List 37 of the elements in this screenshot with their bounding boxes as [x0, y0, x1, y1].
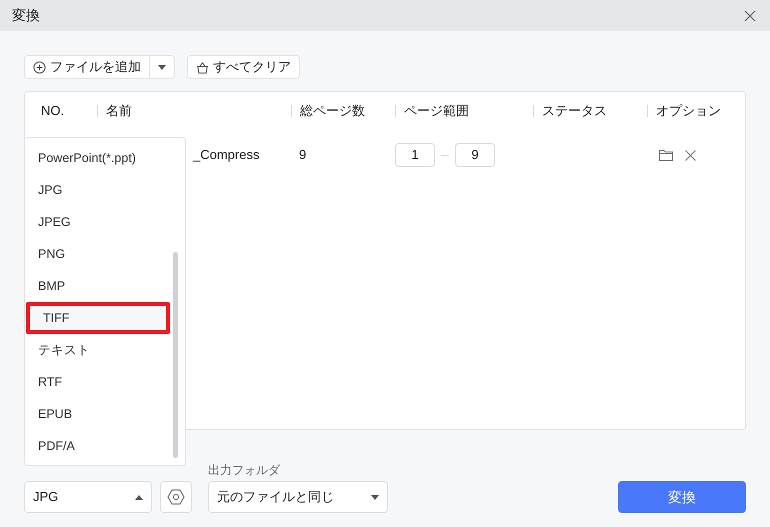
column-header: 総ページ数 — [300, 102, 365, 120]
range-to-field[interactable]: 9 — [455, 143, 495, 167]
convert-button[interactable]: 変換 — [618, 481, 746, 513]
column-header: ステータス — [542, 102, 607, 120]
menu-item[interactable]: PNG — [25, 238, 171, 270]
caret-icon — [371, 494, 379, 500]
column-header: NO. — [41, 102, 64, 120]
menu-item[interactable]: PowerPoint(*.ppt) — [25, 142, 171, 174]
menu-item[interactable]: EPUB — [25, 398, 171, 430]
menu-item[interactable]: PDF/A — [25, 430, 171, 462]
close-button[interactable] — [742, 8, 758, 24]
menu-item[interactable]: JPEG — [25, 206, 171, 238]
clear-all-button[interactable]: すべてクリア — [187, 55, 300, 79]
hexagon-icon — [167, 488, 185, 506]
settings-button[interactable] — [160, 481, 192, 513]
menu-item[interactable]: テキスト — [25, 334, 171, 366]
basket-icon — [196, 60, 209, 74]
output-folder-label: 出力フォルダ — [208, 462, 282, 479]
scrollbar-thumb[interactable] — [173, 252, 178, 458]
range-from-field[interactable]: 1 — [395, 143, 435, 167]
window-title: 変換 — [12, 6, 40, 25]
page-count: 9 — [298, 146, 308, 164]
column-header: 名前 — [106, 102, 132, 120]
menu-item[interactable]: JPG — [25, 174, 171, 206]
caret-icon — [135, 494, 143, 500]
format-select[interactable]: JPG — [24, 481, 152, 513]
menu-item[interactable]: TIFF — [26, 302, 170, 334]
folder-icon[interactable] — [659, 149, 673, 161]
plus-circle-icon — [33, 60, 46, 74]
output-folder-select[interactable]: 元のファイルと同じ — [208, 481, 388, 513]
caret-icon — [158, 64, 166, 70]
column-header: ページ範囲 — [404, 102, 469, 120]
menu-item[interactable]: BMP — [25, 270, 171, 302]
column-header: オプション — [656, 102, 721, 120]
menu-item[interactable]: RTF — [25, 366, 171, 398]
remove-icon[interactable] — [685, 150, 696, 160]
add-file-button[interactable]: ファイルを追加 — [25, 56, 150, 78]
